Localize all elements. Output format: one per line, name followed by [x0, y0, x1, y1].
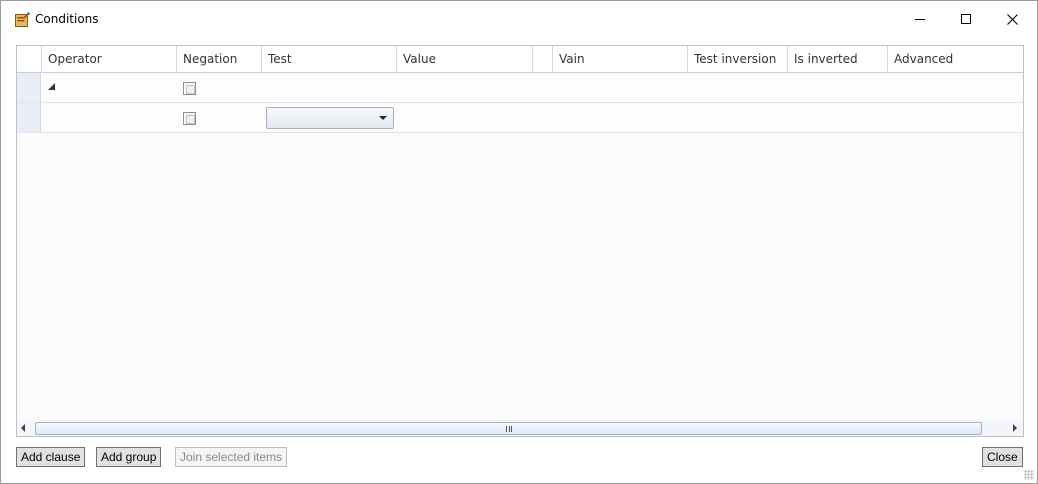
test-dropdown[interactable] [266, 107, 394, 129]
conditions-grid: Operator Negation Test Value Vain Test i… [16, 45, 1024, 437]
grip-icon [506, 426, 512, 432]
close-icon [1006, 13, 1018, 25]
scroll-right-icon[interactable] [1013, 424, 1017, 432]
add-clause-button[interactable]: Add clause [16, 447, 86, 467]
negation-checkbox[interactable] [183, 82, 196, 95]
scroll-left-icon[interactable] [21, 424, 25, 432]
maximize-icon [961, 14, 971, 24]
grid-header-row: Operator Negation Test Value Vain Test i… [17, 46, 1023, 73]
app-icon [15, 12, 30, 27]
expander-icon[interactable] [48, 83, 55, 90]
column-header-negation[interactable]: Negation [177, 46, 262, 73]
join-selected-items-button[interactable]: Join selected items [175, 447, 288, 467]
chevron-down-icon [379, 116, 387, 120]
negation-checkbox[interactable] [183, 112, 196, 125]
scrollbar-thumb[interactable] [35, 422, 982, 435]
horizontal-scrollbar[interactable] [17, 420, 1023, 436]
column-header-is-inverted[interactable]: Is inverted [788, 46, 888, 73]
column-header-blank[interactable] [533, 46, 553, 73]
window-title: Conditions [35, 12, 99, 26]
column-header-advanced[interactable]: Advanced [888, 46, 1023, 73]
column-header-test[interactable]: Test [262, 46, 397, 73]
column-header-value[interactable]: Value [397, 46, 533, 73]
maximize-button[interactable] [943, 1, 989, 37]
minimize-icon [915, 19, 925, 20]
column-header-test-inversion[interactable]: Test inversion [688, 46, 788, 73]
conditions-window: Conditions Operator Negation Test Value … [0, 0, 1038, 484]
add-group-button[interactable]: Add group [96, 447, 162, 467]
column-header-operator[interactable]: Operator [42, 46, 177, 73]
column-header-vain[interactable]: Vain [553, 46, 688, 73]
table-row[interactable] [17, 103, 1023, 133]
header-row-selector [17, 46, 42, 73]
close-button[interactable]: Close [982, 447, 1023, 467]
close-window-button[interactable] [989, 1, 1035, 37]
resize-grip-icon[interactable] [1024, 470, 1034, 480]
table-row[interactable] [17, 73, 1023, 103]
row-selector[interactable] [17, 73, 41, 102]
title-bar: Conditions [1, 1, 1037, 37]
row-selector[interactable] [17, 103, 41, 132]
minimize-button[interactable] [897, 1, 943, 37]
